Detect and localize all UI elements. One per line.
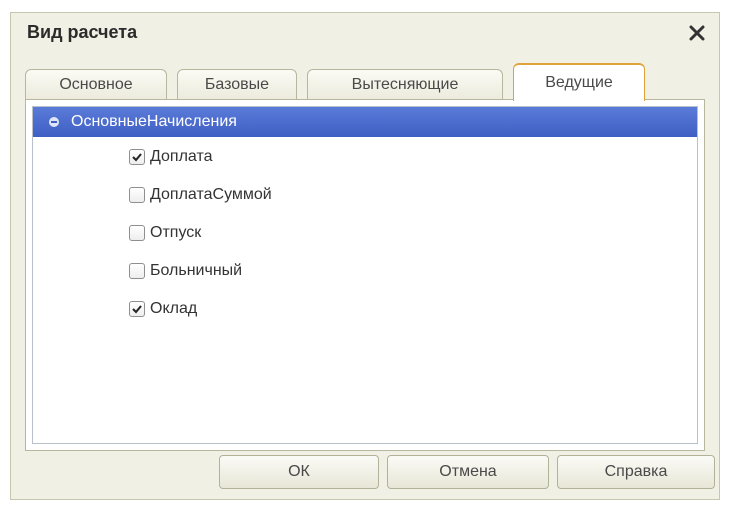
help-button[interactable]: Справка (557, 455, 715, 489)
button-bar: ОК Отмена Справка (11, 455, 719, 495)
tree-view[interactable]: ОсновныеНачисления Доплата ДоплатаСуммой (32, 106, 698, 444)
tab-osnovnoe[interactable]: Основное (25, 69, 167, 99)
tab-label: Вытесняющие (351, 75, 459, 93)
dialog-window: Вид расчета Основное Базовые Вытесняющие… (10, 12, 720, 500)
tab-vytesnyayushchie[interactable]: Вытесняющие (307, 69, 503, 99)
tab-vedushchie[interactable]: Ведущие (513, 63, 645, 101)
help-button-label: Справка (604, 463, 668, 480)
tab-label: Основное (59, 75, 133, 93)
list-item[interactable]: Отпуск (129, 219, 201, 247)
close-button[interactable] (683, 19, 711, 47)
close-icon (689, 25, 705, 41)
tree-root-row[interactable]: ОсновныеНачисления (33, 107, 697, 137)
window-title: Вид расчета (27, 22, 138, 42)
tab-label: Ведущие (545, 74, 613, 91)
checkmark-icon (132, 305, 142, 314)
collapse-icon[interactable] (49, 117, 59, 127)
checkbox-doplata-summoy[interactable] (129, 187, 145, 203)
checkbox-oklad[interactable] (129, 301, 145, 317)
list-item-label: Больничный (150, 262, 243, 279)
checkbox-bolnichny[interactable] (129, 263, 145, 279)
ok-button[interactable]: ОК (219, 455, 379, 489)
ok-button-label: ОК (288, 463, 310, 480)
list-item-label: Отпуск (150, 224, 202, 241)
list-item[interactable]: Оклад (129, 295, 197, 323)
list-item-label: Оклад (150, 300, 198, 317)
tab-panel-vedushchie: ОсновныеНачисления Доплата ДоплатаСуммой (25, 99, 705, 451)
list-item-label: Доплата (150, 148, 213, 165)
checkmark-icon (132, 153, 142, 162)
checkbox-otpusk[interactable] (129, 225, 145, 241)
checkbox-doplata[interactable] (129, 149, 145, 165)
title-bar: Вид расчета (11, 13, 719, 53)
list-item-label: ДоплатаСуммой (150, 186, 272, 203)
list-item[interactable]: ДоплатаСуммой (129, 181, 272, 209)
cancel-button[interactable]: Отмена (387, 455, 549, 489)
list-item[interactable]: Больничный (129, 257, 242, 285)
tree-root-label: ОсновныеНачисления (71, 113, 237, 130)
tab-bazovye[interactable]: Базовые (177, 69, 297, 99)
list-item[interactable]: Доплата (129, 143, 213, 171)
cancel-button-label: Отмена (439, 463, 497, 480)
tab-label: Базовые (204, 75, 270, 93)
